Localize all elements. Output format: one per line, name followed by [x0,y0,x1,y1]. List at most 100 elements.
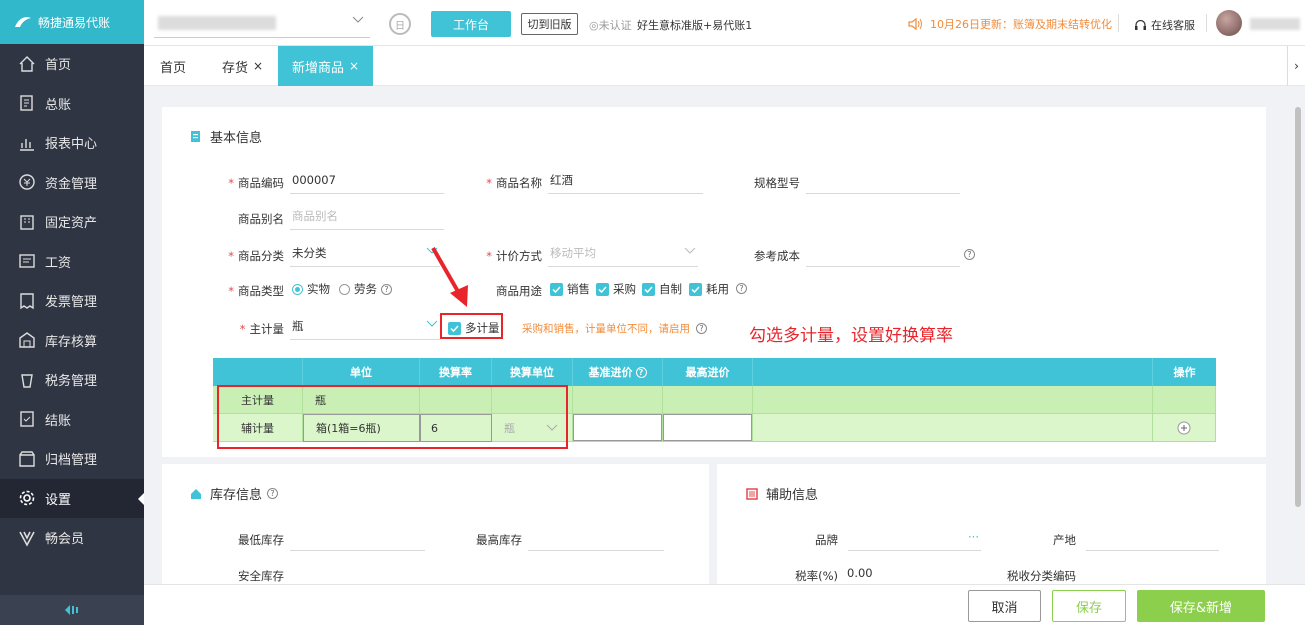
base-price-field[interactable] [573,414,662,441]
footer-bar: 取消 保存 保存&新增 [144,584,1305,625]
product-code-field[interactable]: 000007 [290,172,444,194]
user-name-blurred[interactable] [1250,18,1300,30]
close-icon[interactable]: × [349,59,359,73]
basic-info-title: 基本信息 [190,127,262,146]
scrollbar-thumb[interactable] [1295,107,1301,507]
sidebar-item-home[interactable]: 首页 [0,44,144,84]
row-base-price [573,386,663,414]
add-row-button[interactable] [1153,414,1216,442]
online-service-link[interactable]: 在线客服 [1134,17,1195,33]
account-select[interactable] [154,10,370,38]
help-icon[interactable]: ? [964,249,975,260]
sidebar-item-ledger[interactable]: 总账 [0,84,144,124]
help-icon[interactable]: ? [267,488,279,499]
base-price-input[interactable] [573,414,663,442]
tax-code-label: 税收分类编码 [1007,569,1076,583]
origin-field[interactable] [1086,529,1219,551]
top-bar: 日 工作台 切到旧版 ◎未认证 好生意标准版+易代账1 10月26日更新：账簿及… [144,0,1305,46]
help-icon[interactable]: ? [696,323,707,334]
annotation-arrow [431,247,468,307]
aux-info-title: 辅助信息 [746,484,818,503]
highlight-box-multi-unit [440,313,503,339]
product-code-label: * 商品编码 [228,176,284,190]
close-icon[interactable]: × [253,59,263,73]
tab-home[interactable]: 首页 [146,46,200,86]
vip-icon [18,529,36,547]
sidebar-item-archive[interactable]: 归档管理 [0,439,144,479]
sidebar-item-label: 发票管理 [45,295,98,311]
save-button[interactable]: 保存 [1052,590,1126,622]
row-max-price [663,386,753,414]
max-stock-field[interactable] [528,529,664,551]
header-max-price: 最高进价 [663,358,753,386]
sidebar: 畅捷通易代账 首页 总账报表中心资金管理固定资产工资发票管理库存核算 税务管理 结账归… [0,0,144,625]
archive-icon [18,450,36,468]
help-icon[interactable]: ? [381,283,392,295]
min-stock-field[interactable] [290,529,425,551]
header-unit: 单位 [303,358,420,386]
category-label: * 商品分类 [228,249,284,263]
cancel-button[interactable]: 取消 [968,590,1041,622]
sidebar-item-gear[interactable]: 设置 [0,478,144,518]
product-name-field[interactable]: 红酒 [548,172,703,194]
sidebar-item-warehouse[interactable]: 库存核算 [0,321,144,361]
usage-check-self-made[interactable]: 自制 [642,281,682,297]
alias-field[interactable]: 商品别名 [290,208,444,230]
chevron-down-icon [426,320,438,327]
brand-label: 品牌 [815,533,838,547]
header-conv-unit: 换算单位 [492,358,573,386]
header-type [213,358,303,386]
highlight-box-unit-rows [217,385,568,449]
sidebar-item-label: 固定资产 [45,216,98,232]
ref-cost-field[interactable] [806,245,960,267]
max-price-input[interactable] [663,414,753,442]
sidebar-item-chart[interactable]: 报表中心 [0,123,144,163]
usage-check-sales[interactable]: 销售 [550,281,590,297]
stock-info-title: 库存信息 ? [190,484,279,503]
help-icon[interactable]: ? [635,366,647,378]
tab-scroll-right-button[interactable]: › [1287,46,1305,86]
close-books-icon [18,410,36,428]
pricing-select[interactable]: 移动平均 [548,245,698,267]
brand-field[interactable]: ··· [848,529,981,551]
app-logo[interactable]: 畅捷通易代账 [0,0,144,44]
tab-inventory[interactable]: 存货 × [208,46,277,86]
usage-check-consume[interactable]: 耗用 [689,281,729,297]
user-avatar[interactable] [1216,10,1242,36]
news-link[interactable]: 10月26日更新：账簿及期末结转优化 [908,16,1112,32]
ledger-icon [18,94,36,112]
tab-new-product[interactable]: 新增商品 × [278,46,374,86]
invoice-icon [18,292,36,310]
sidebar-item-invoice[interactable]: 发票管理 [0,281,144,321]
type-radio-service[interactable]: 劳务? [339,281,392,297]
checkbox-checked-icon [689,282,702,296]
sidebar-item-salary[interactable]: 工资 [0,242,144,282]
sidebar-item-building[interactable]: 固定资产 [0,202,144,242]
salary-icon [18,252,36,270]
sidebar-item-vip[interactable]: 畅会员 [0,518,144,558]
sidebar-item-close-books[interactable]: 结账 [0,400,144,440]
sidebar-item-tax[interactable]: 税务管理 [0,360,144,400]
sidebar-item-money[interactable]: 资金管理 [0,163,144,203]
page-scrollbar[interactable] [1293,97,1303,577]
max-price-field[interactable] [663,414,752,441]
switch-old-version-button[interactable]: 切到旧版 [521,13,578,35]
sidebar-item-label: 报表中心 [45,137,98,153]
spec-field[interactable] [806,172,960,194]
workbench-button[interactable]: 工作台 [431,11,511,37]
radio-empty-icon [339,283,350,295]
help-icon[interactable]: ? [736,283,747,294]
chart-icon [18,134,36,152]
sidebar-collapse-button[interactable] [0,595,144,625]
row-ops [1153,386,1216,414]
calendar-icon[interactable]: 日 [389,13,411,35]
product-name-label: * 商品名称 [486,176,542,190]
type-radio-physical[interactable]: 实物 [292,281,330,297]
category-select[interactable]: 未分类 [290,245,440,267]
document-icon [191,131,200,142]
usage-check-purchase[interactable]: 采购 [596,281,636,297]
more-icon[interactable]: ··· [968,529,979,545]
main-unit-select[interactable]: 瓶 [290,318,440,340]
save-and-new-button[interactable]: 保存&新增 [1137,590,1265,622]
money-icon [18,173,36,191]
